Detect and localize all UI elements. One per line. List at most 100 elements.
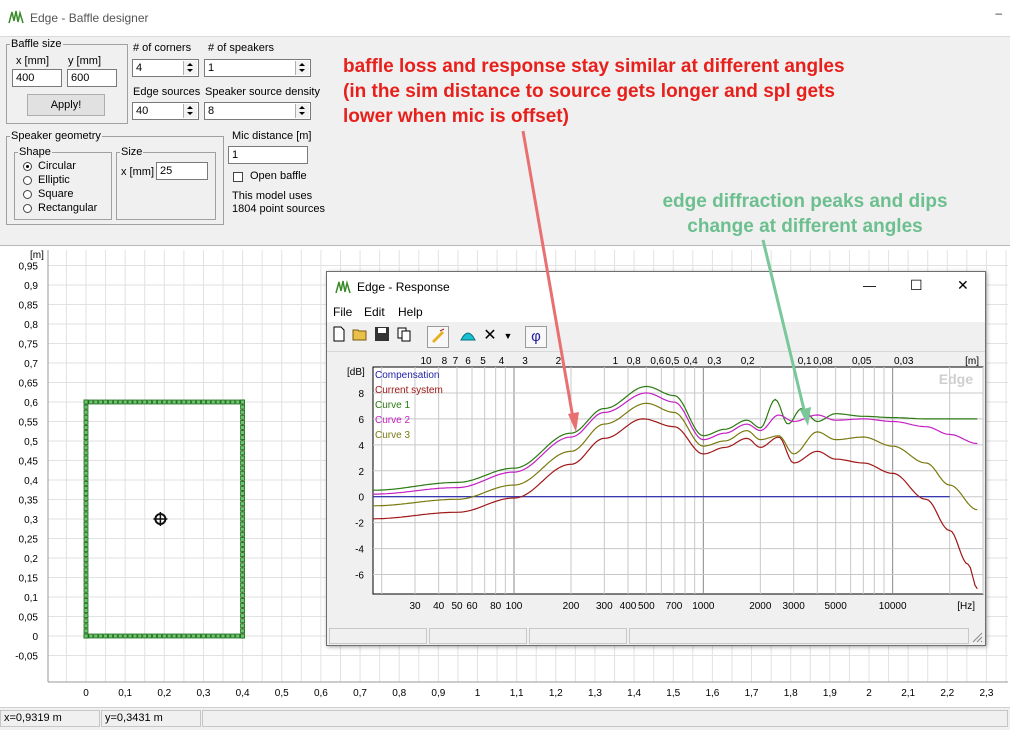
annotation-red-line3: lower when mic is offset) [343,106,569,127]
y-tick-label: 0 [358,493,364,504]
top-tick-label: 0,1 [798,356,812,367]
speakers-value: 1 [208,62,215,74]
x-tick-label: 700 [666,601,683,612]
copy-icon[interactable] [394,326,414,346]
radio-circular[interactable] [23,162,32,171]
x-tick-label: 100 [506,601,523,612]
x-tick-label: 10000 [879,601,907,612]
y-tick-label: 0,6 [24,398,38,409]
x-tick-label: 0,5 [275,688,289,699]
corners-label: # of corners [133,42,192,54]
x-tick-label: 0,8 [392,688,406,699]
top-tick-label: 0,2 [741,356,755,367]
menu-edit[interactable]: Edit [364,305,385,319]
window-title: Edge - Baffle designer [30,11,149,25]
resize-grip-icon[interactable] [971,631,983,643]
shape-label-elliptic: Elliptic [38,174,70,186]
status-y: y=0,3431 m [101,710,201,727]
speaker-marker[interactable] [153,512,168,526]
shape-label-square: Square [38,188,74,200]
legend-entry: Curve 3 [375,430,410,441]
x-tick-label: 1,2 [549,688,563,699]
radio-square[interactable] [23,190,32,199]
corners-spinner[interactable]: 4 [132,59,199,77]
menu-help[interactable]: Help [398,305,423,319]
response-statusbar [327,627,985,645]
new-file-icon[interactable] [329,326,349,346]
shape-label-circular: Circular [38,160,76,172]
save-icon[interactable] [372,326,392,346]
y-tick-label: 0,7 [24,359,38,370]
phase-button[interactable]: φ [525,326,547,348]
size-input[interactable]: 25 [156,162,208,180]
baffle-y-input[interactable]: 600 [67,69,117,87]
minimize-button[interactable]: — [863,278,876,293]
x-tick-label: 0 [83,688,89,699]
y-tick-label: 0,15 [19,574,39,585]
plot-background [372,366,984,595]
close-button[interactable]: ✕ [957,277,969,294]
baffle-unit-label: [m] [30,250,44,261]
baffle-x-input[interactable]: 400 [12,69,62,87]
x-tick-label: 500 [638,601,655,612]
delete-icon[interactable]: ✕ [480,326,500,346]
y-tick-label: 2 [358,467,364,478]
x-tick-label: 400 [620,601,637,612]
density-spinner[interactable]: 8 [204,102,311,120]
y-tick-label: 0,65 [19,379,39,390]
y-tick-label: 0,85 [19,301,39,312]
baffle-size-legend: Baffle size [11,38,62,50]
speaker-icon[interactable] [458,326,478,346]
y-tick-label: 0,5 [24,437,38,448]
minimize-button[interactable]: – [995,6,1002,20]
mic-distance-label: Mic distance [m] [232,130,312,142]
y-tick-label: 0,05 [19,613,39,624]
status-empty [202,710,1008,727]
top-tick-label: 0,6 [650,356,664,367]
x-tick-label: 0,7 [353,688,367,699]
status-x: x=0,9319 m [0,710,100,727]
menu-file[interactable]: File [333,305,352,319]
x-tick-label: 3000 [783,601,806,612]
top-tick-label: 0,5 [665,356,679,367]
chevron-down-icon[interactable]: ▼ [502,326,514,346]
spinner-arrows-icon[interactable] [295,104,309,118]
open-baffle-checkbox[interactable] [233,172,243,182]
size-group: Size [116,146,216,220]
radio-rectangular[interactable] [23,204,32,213]
x-tick-label: 60 [466,601,478,612]
spinner-arrows-icon[interactable] [295,61,309,75]
window-titlebar: Edge - Baffle designer – [0,0,1010,37]
mic-distance-input[interactable]: 1 [228,146,308,164]
open-folder-icon[interactable] [350,326,370,346]
spinner-arrows-icon[interactable] [183,61,197,75]
x-tick-label: 2,2 [940,688,954,699]
y-axis-label: [dB] [347,367,365,378]
pencil-icon[interactable] [427,326,449,348]
spinner-arrows-icon[interactable] [183,104,197,118]
x-tick-label: 1,7 [745,688,759,699]
annotation-green-line2: change at different angles [687,216,923,237]
response-window: Edge - Response — ☐ ✕ File Edit Help ✕ ▼… [326,271,986,646]
x-tick-label: 1,9 [823,688,837,699]
y-tick-label: 0,1 [24,593,38,604]
speakers-label: # of speakers [208,42,275,54]
x-tick-label: 300 [596,601,613,612]
speakers-spinner[interactable]: 1 [204,59,311,77]
top-tick-label: 0,05 [852,356,872,367]
apply-button[interactable]: Apply! [27,94,105,116]
maximize-button[interactable]: ☐ [910,277,923,294]
response-chart[interactable]: 86420-2-4-6[dB]30 40 50 60 80 100 200 300 400 500… [327,352,985,627]
shape-legend: Shape [19,146,51,158]
top-tick-label: 6 [465,356,471,367]
edge-sources-spinner[interactable]: 40 [132,102,199,120]
x-tick-label: 0,1 [118,688,132,699]
response-title: Edge - Response [357,280,450,294]
status-panel [529,628,627,644]
legend-entry: Compensation [375,370,439,381]
top-tick-label: 0,4 [684,356,698,367]
annotation-green: edge diffraction peaks and dips change a… [635,189,975,239]
x-tick-label: 0,6 [314,688,328,699]
x-tick-label: 40 [433,601,445,612]
radio-elliptic[interactable] [23,176,32,185]
